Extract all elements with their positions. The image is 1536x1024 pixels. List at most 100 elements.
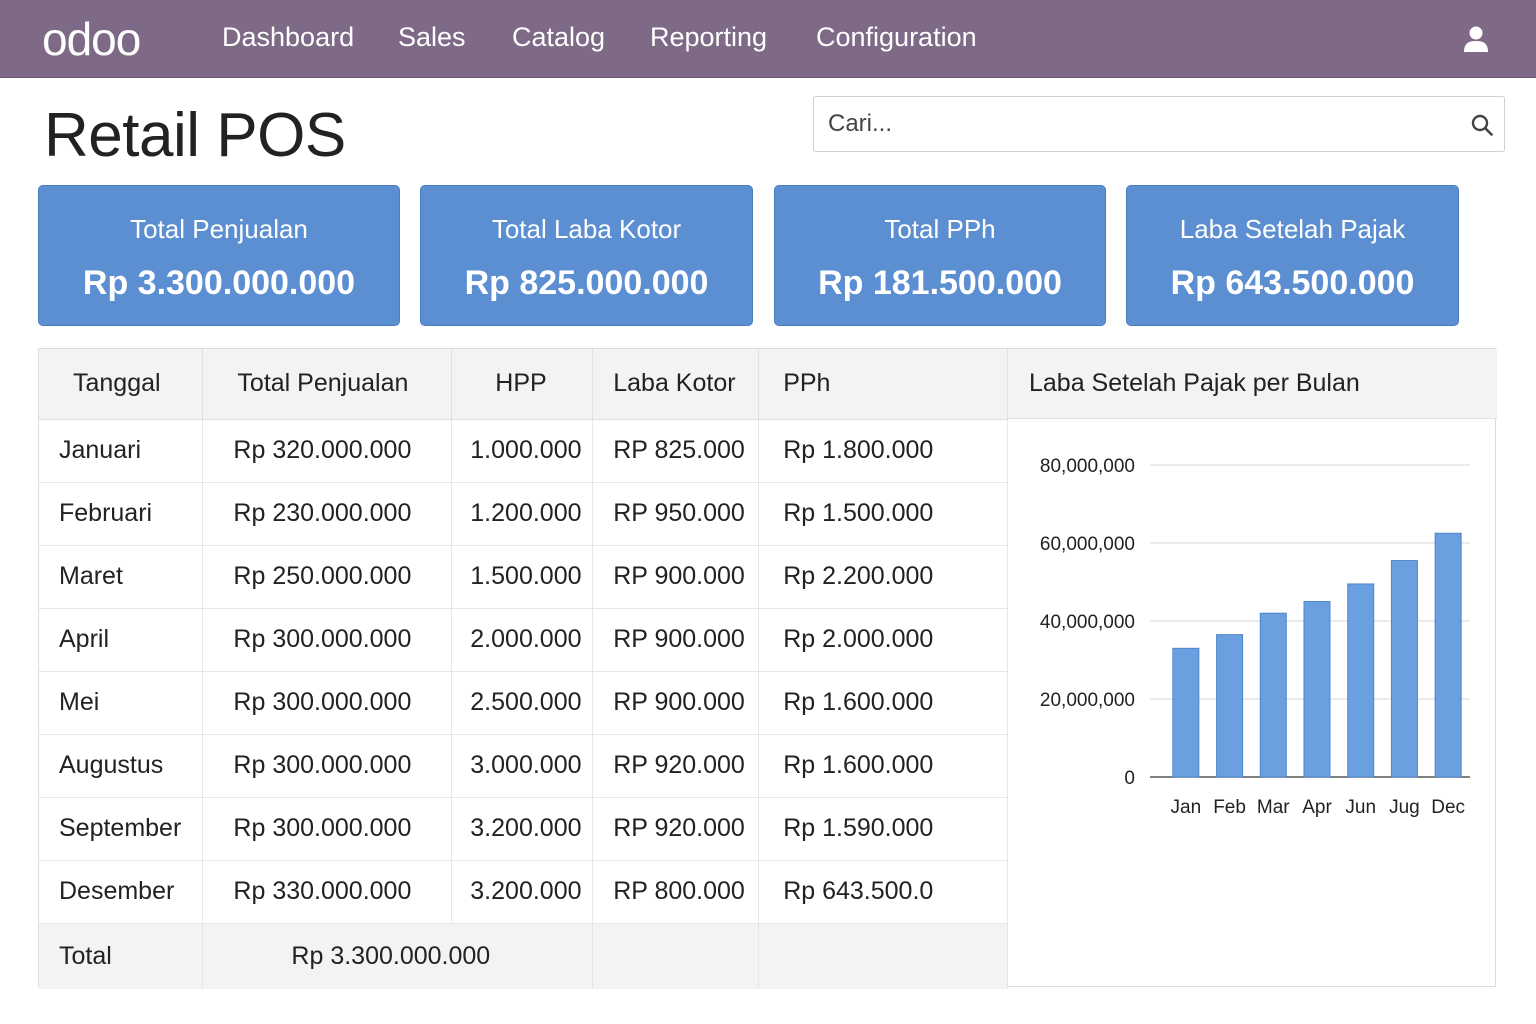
chart-area: 0 20,000,000 40,000,000 60,000,000 80,000,00… <box>1008 419 1497 986</box>
kpi-value: Rp 3.300.000.000 <box>82 264 356 302</box>
kpi-card-laba-setelah-pajak[interactable]: Laba Setelah Pajak Rp 643.500.000 <box>1126 185 1459 326</box>
column-header-laba-kotor[interactable]: Laba Kotor <box>592 349 760 420</box>
column-header-pph[interactable]: PPh <box>758 349 1008 420</box>
top-navbar: odoo Dashboard Sales Catalog Reporting C… <box>0 0 1536 78</box>
total-empty-cell <box>592 923 760 989</box>
x-tick-label: Apr <box>1302 797 1332 818</box>
cell-total-penjualan: Rp 320.000.000 <box>202 419 453 483</box>
kpi-label: Laba Setelah Pajak <box>1179 214 1406 244</box>
nav-item-dashboard[interactable]: Dashboard <box>222 22 354 53</box>
cell-pph: Rp 1.600.000 <box>758 734 1008 798</box>
kpi-card-total-penjualan[interactable]: Total Penjualan Rp 3.300.000.000 <box>38 185 400 326</box>
table-row[interactable]: September Rp 300.000.000 3.200.000 RP 92… <box>39 797 1008 861</box>
table-row[interactable]: April Rp 300.000.000 2.000.000 RP 900.00… <box>39 608 1008 672</box>
table-row[interactable]: Desember Rp 330.000.000 3.200.000 RP 800… <box>39 860 1008 924</box>
kpi-card-total-laba-kotor[interactable]: Total Laba Kotor Rp 825.000.000 <box>420 185 753 326</box>
cell-hpp: 3.000.000 <box>451 734 594 798</box>
search-box <box>813 96 1505 152</box>
cell-total-penjualan: Rp 250.000.000 <box>202 545 453 609</box>
chart-header: Laba Setelah Pajak per Bulan <box>1008 349 1497 419</box>
report-panel: Tanggal Total Penjualan HPP Laba Kotor P… <box>38 348 1497 989</box>
cell-pph: Rp 1.500.000 <box>758 482 1008 546</box>
nav-item-sales[interactable]: Sales <box>398 22 466 53</box>
cell-tanggal: Maret <box>39 545 204 609</box>
cell-laba-kotor: RP 825.000 <box>592 419 760 483</box>
cell-total-penjualan: Rp 300.000.000 <box>202 734 453 798</box>
y-tick-label: 60,000,000 <box>1040 534 1135 555</box>
cell-total-penjualan: Rp 300.000.000 <box>202 608 453 672</box>
cell-hpp: 2.500.000 <box>451 671 594 735</box>
chart-bar <box>1172 647 1200 778</box>
cell-laba-kotor: RP 920.000 <box>592 734 760 798</box>
cell-pph: Rp 2.000.000 <box>758 608 1008 672</box>
cell-hpp: 3.200.000 <box>451 797 594 861</box>
bar-chart: 0 20,000,000 40,000,000 60,000,000 80,000,00… <box>1040 456 1470 818</box>
cell-laba-kotor: RP 920.000 <box>592 797 760 861</box>
sales-table: Tanggal Total Penjualan HPP Laba Kotor P… <box>39 349 1008 989</box>
chart-bar <box>1216 634 1244 778</box>
cell-pph: Rp 643.500.0 <box>758 860 1008 924</box>
x-tick-label: Feb <box>1213 797 1246 818</box>
page-title: Retail POS <box>44 101 346 170</box>
cell-laba-kotor: RP 900.000 <box>592 671 760 735</box>
cell-tanggal: Januari <box>39 419 204 483</box>
search-input[interactable] <box>828 105 1458 143</box>
x-tick-label: Jug <box>1389 797 1420 818</box>
user-icon[interactable] <box>1462 24 1490 54</box>
cell-total-penjualan: Rp 330.000.000 <box>202 860 453 924</box>
x-tick-label: Jan <box>1171 797 1202 818</box>
x-tick-label: Mar <box>1257 797 1290 818</box>
kpi-card-total-pph[interactable]: Total PPh Rp 181.500.000 <box>774 185 1106 326</box>
y-tick-label: 40,000,000 <box>1040 612 1135 633</box>
cell-tanggal: September <box>39 797 204 861</box>
kpi-value: Rp 643.500.000 <box>1170 264 1415 302</box>
chart-bar <box>1347 583 1375 778</box>
cell-pph: Rp 1.800.000 <box>758 419 1008 483</box>
kpi-label: Total Penjualan <box>130 214 308 244</box>
kpi-label: Total PPh <box>884 214 996 244</box>
column-header-hpp[interactable]: HPP <box>451 349 594 420</box>
cell-tanggal: Desember <box>39 860 204 924</box>
kpi-label: Total Laba Kotor <box>491 214 682 244</box>
x-tick-label: Jun <box>1345 797 1376 818</box>
cell-pph: Rp 2.200.000 <box>758 545 1008 609</box>
cell-hpp: 1.500.000 <box>451 545 594 609</box>
nav-item-catalog[interactable]: Catalog <box>512 22 605 53</box>
cell-total-penjualan: Rp 300.000.000 <box>202 797 453 861</box>
odoo-logo[interactable]: odoo <box>42 12 141 66</box>
search-icon[interactable] <box>1470 113 1494 137</box>
cell-tanggal: Februari <box>39 482 204 546</box>
y-tick-label: 80,000,000 <box>1040 456 1135 477</box>
cell-hpp: 1.200.000 <box>451 482 594 546</box>
chart-bar <box>1390 560 1418 778</box>
table-row[interactable]: Januari Rp 320.000.000 1.000.000 RP 825.… <box>39 419 1008 483</box>
kpi-value: Rp 825.000.000 <box>464 264 709 302</box>
total-label: Total <box>39 923 204 989</box>
nav-item-reporting[interactable]: Reporting <box>650 22 767 53</box>
cell-laba-kotor: RP 900.000 <box>592 608 760 672</box>
cell-laba-kotor: RP 800.000 <box>592 860 760 924</box>
table-row[interactable]: Augustus Rp 300.000.000 3.000.000 RP 920… <box>39 734 1008 798</box>
chart-bar <box>1259 612 1287 778</box>
column-header-total-penjualan[interactable]: Total Penjualan <box>202 349 453 420</box>
nav-item-configuration[interactable]: Configuration <box>816 22 977 53</box>
table-row[interactable]: Maret Rp 250.000.000 1.500.000 RP 900.00… <box>39 545 1008 609</box>
cell-tanggal: Mei <box>39 671 204 735</box>
cell-total-penjualan: Rp 230.000.000 <box>202 482 453 546</box>
cell-tanggal: Augustus <box>39 734 204 798</box>
total-value: Rp 3.300.000.000 <box>202 923 594 989</box>
table-row[interactable]: Mei Rp 300.000.000 2.500.000 RP 900.000 … <box>39 671 1008 735</box>
cell-hpp: 3.200.000 <box>451 860 594 924</box>
cell-laba-kotor: RP 900.000 <box>592 545 760 609</box>
cell-total-penjualan: Rp 300.000.000 <box>202 671 453 735</box>
cell-pph: Rp 1.590.000 <box>758 797 1008 861</box>
chart-title: Laba Setelah Pajak per Bulan <box>1029 369 1360 397</box>
kpi-value: Rp 181.500.000 <box>818 264 1062 302</box>
cell-pph: Rp 1.600.000 <box>758 671 1008 735</box>
column-header-tanggal[interactable]: Tanggal <box>39 349 204 420</box>
table-row[interactable]: Februari Rp 230.000.000 1.200.000 RP 950… <box>39 482 1008 546</box>
table-header-row: Tanggal Total Penjualan HPP Laba Kotor P… <box>39 349 1008 420</box>
cell-hpp: 2.000.000 <box>451 608 594 672</box>
chart-bar <box>1303 601 1331 778</box>
cell-laba-kotor: RP 950.000 <box>592 482 760 546</box>
